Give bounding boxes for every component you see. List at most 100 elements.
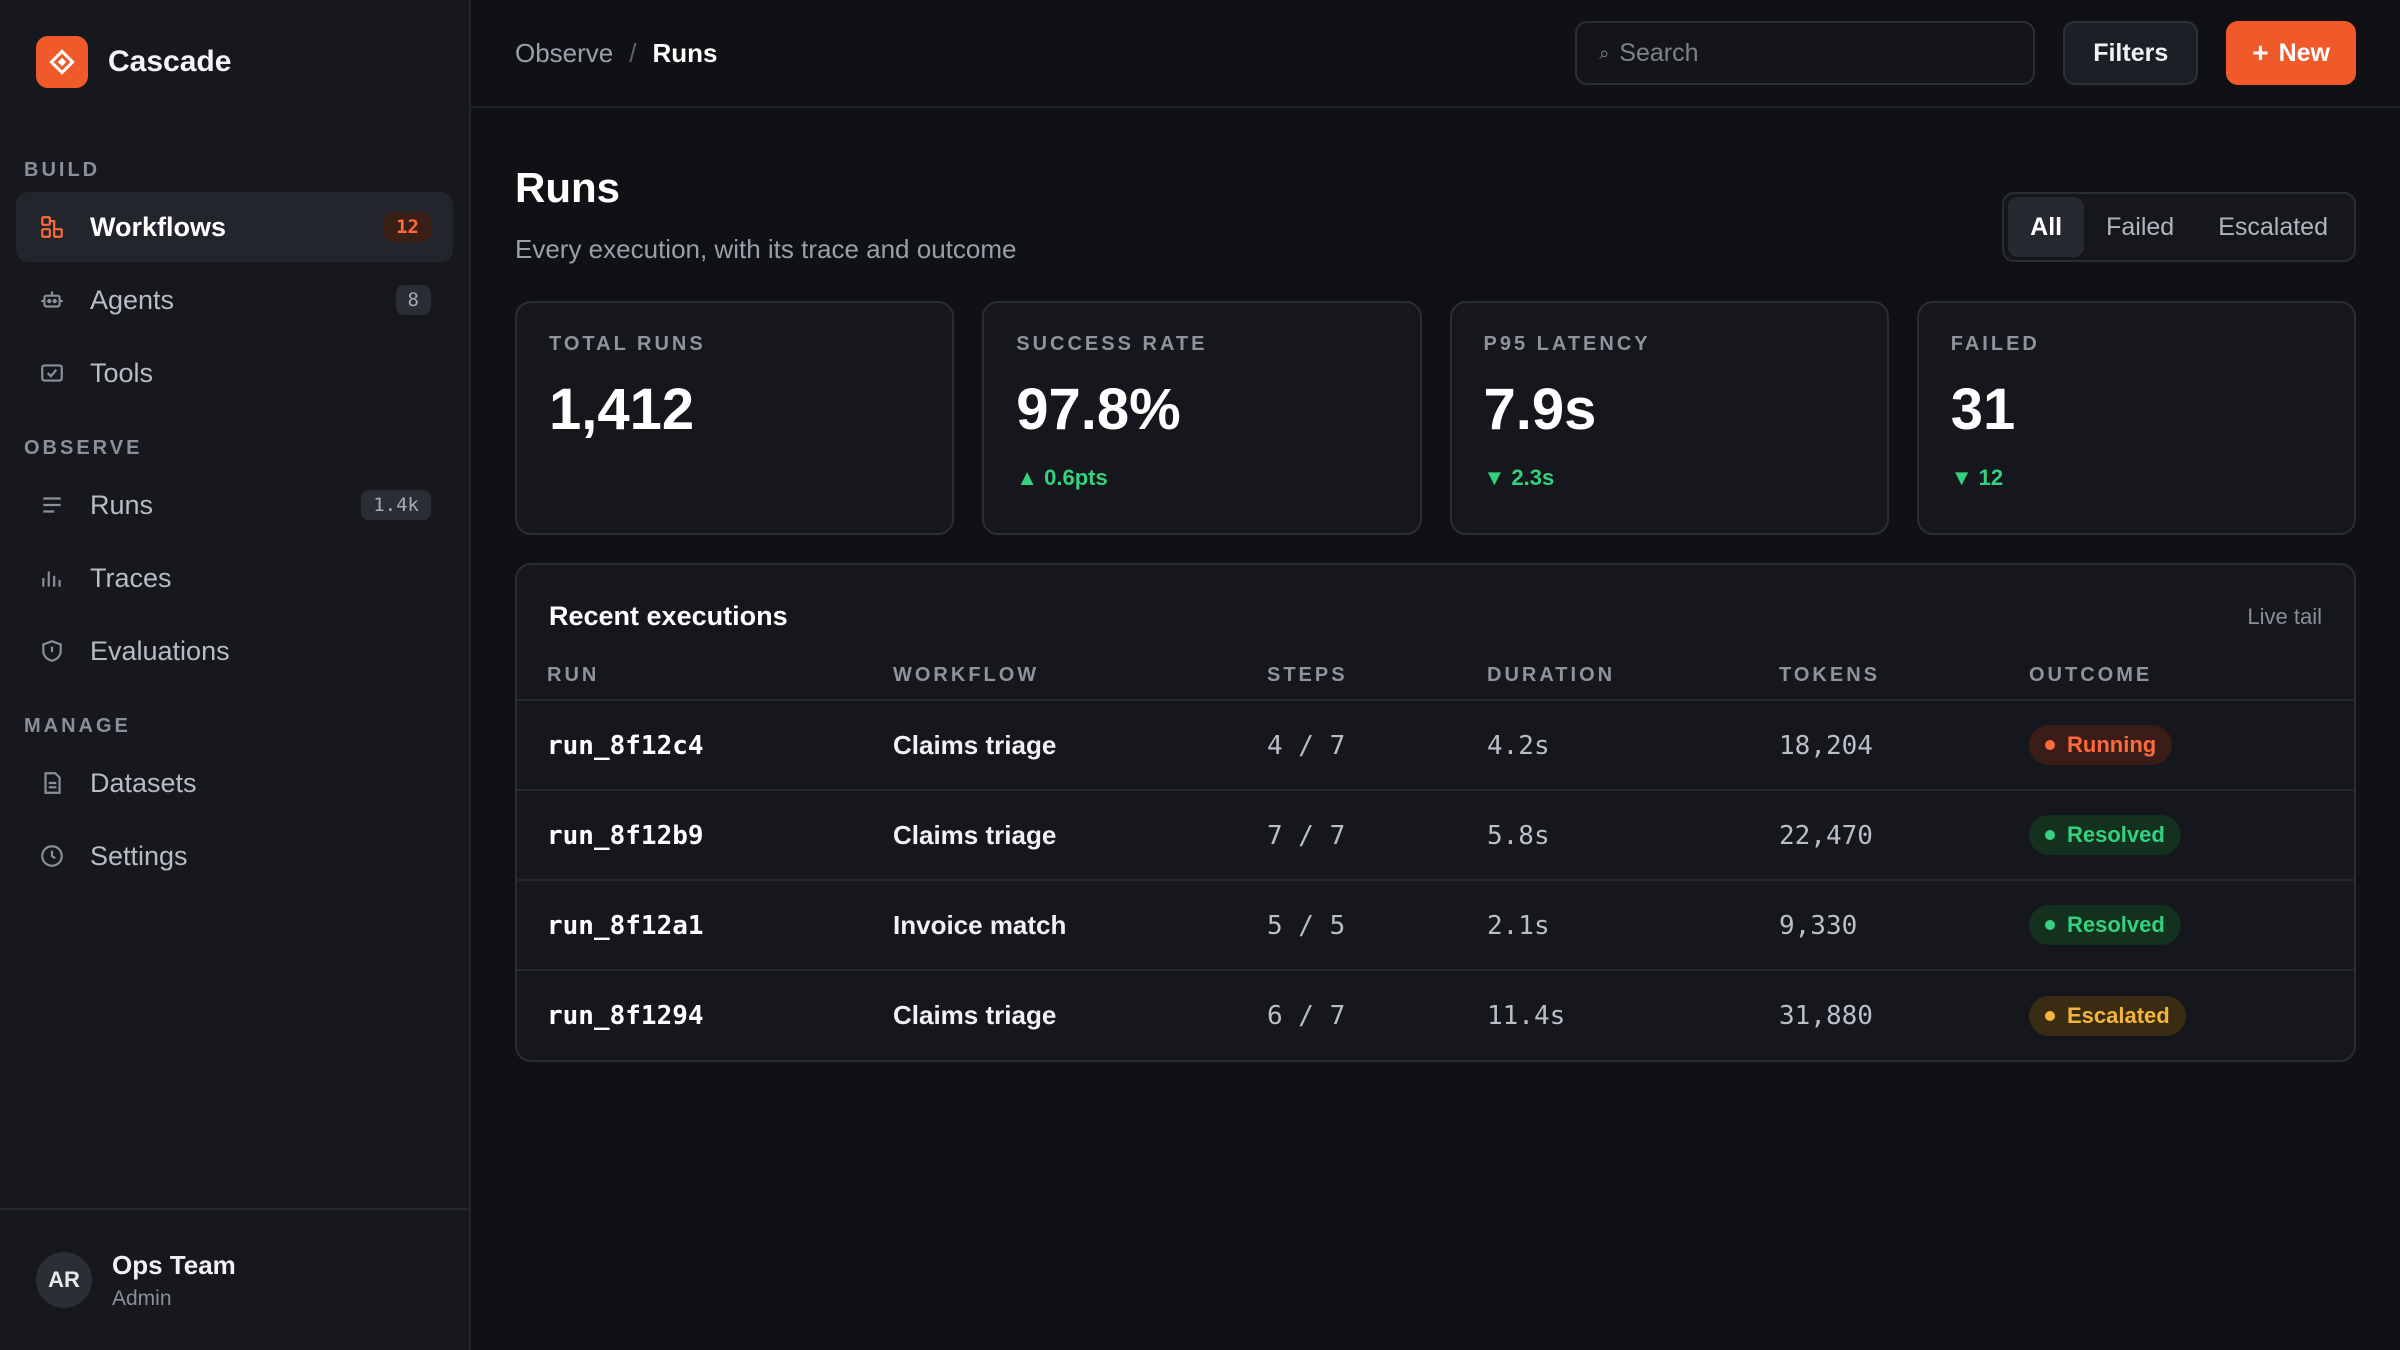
search-input[interactable] [1619, 38, 2012, 68]
sidebar-item-tools[interactable]: Tools [16, 338, 453, 408]
user-name: Ops Team [112, 1249, 236, 1280]
page-subtitle: Every execution, with its trace and outc… [515, 234, 1017, 264]
new-button-label: New [2278, 38, 2330, 67]
sidebar-item-label: Agents [90, 284, 175, 315]
table-row[interactable]: run_8f12b9 Claims triage 7 / 7 5.8s 22,470 Re… [517, 790, 2354, 881]
stat-label: TOTAL RUNS [549, 333, 706, 355]
steps-value: 4 / 7 [1267, 730, 1346, 761]
live-tail-link[interactable]: Live tail [2247, 604, 2322, 630]
sidebar-item-runs[interactable]: Runs 1.4k [16, 470, 453, 540]
stat-card: SUCCESS RATE 97.8% ▲ 0.6pts [982, 301, 1422, 535]
topbar: Observe / Runs ⌕ Filters + New [471, 0, 2400, 108]
search-box[interactable]: ⌕ [1575, 21, 2036, 85]
table-header-row: RUN WORKFLOW STEPS DURATION TOKENS OUTCOME [517, 652, 2354, 701]
executions-table-card: Recent executions Live tail RUN WORKFLOW S… [515, 563, 2356, 1062]
column-header[interactable]: DURATION [1487, 652, 1779, 701]
run-id[interactable]: run_8f12a1 [547, 911, 704, 941]
nav-section-label: MANAGE [24, 714, 131, 737]
breadcrumb-observe[interactable]: Observe [515, 38, 613, 69]
user-profile[interactable]: AR Ops Team Admin [0, 1208, 469, 1350]
sidebar-item-label: Runs [90, 489, 154, 520]
filters-button[interactable]: Filters [2063, 21, 2199, 85]
bar-chart-icon [38, 564, 66, 592]
duration-value: 4.2s [1487, 730, 1550, 761]
clock-icon [38, 842, 66, 870]
table-row[interactable]: run_8f12c4 Claims triage 4 / 7 4.2s 18,204 Ru… [517, 700, 2354, 791]
stat-value: 97.8% [1016, 377, 1181, 442]
stat-card: FAILED 31 ▼ 12 [1916, 301, 2356, 535]
column-header[interactable]: RUN [517, 652, 893, 701]
status-badge: Resolved [2029, 905, 2181, 945]
stat-value: 7.9s [1483, 377, 1597, 442]
sidebar-item-label: Traces [90, 562, 172, 593]
workflow-name: Claims triage [893, 729, 1057, 760]
tab-escalated[interactable]: Escalated [2196, 197, 2350, 257]
column-header[interactable]: OUTCOME [2029, 652, 2354, 701]
status-badge: Running [2029, 725, 2173, 765]
column-header[interactable]: WORKFLOW [893, 652, 1267, 701]
plus-icon: + [2252, 37, 2269, 68]
stat-value: 31 [1950, 377, 2016, 442]
table-row[interactable]: run_8f12a1 Invoice match 5 / 5 2.1s 9,330 Res… [517, 880, 2354, 971]
tokens-value: 31,880 [1779, 1001, 1873, 1031]
tokens-value: 9,330 [1779, 910, 1858, 941]
tab-failed[interactable]: Failed [2084, 197, 2196, 257]
stat-card: P95 LATENCY 7.9s ▼ 2.3s [1449, 301, 1889, 535]
column-header[interactable]: TOKENS [1779, 652, 2029, 701]
run-id[interactable]: run_8f12b9 [547, 821, 704, 851]
sidebar-item-label: Tools [90, 357, 154, 388]
steps-value: 6 / 7 [1267, 1001, 1346, 1031]
sidebar-item-traces[interactable]: Traces [16, 543, 453, 613]
stat-delta: ▼ 2.3s [1483, 465, 1555, 490]
count-badge: 12 [384, 212, 431, 242]
shield-icon [38, 637, 66, 665]
tab-all[interactable]: All [2008, 197, 2085, 257]
sidebar-item-workflows[interactable]: Workflows 12 [16, 192, 453, 262]
status-label: Resolved [2067, 912, 2165, 937]
sidebar-item-datasets[interactable]: Datasets [16, 748, 453, 818]
app-name: Cascade [108, 45, 232, 78]
search-icon: ⌕ [1599, 42, 1610, 63]
agent-icon [38, 286, 66, 314]
logo-icon [36, 36, 88, 88]
sidebar-item-settings[interactable]: Settings [16, 821, 453, 891]
status-label: Escalated [2067, 1002, 2170, 1028]
sidebar-item-label: Workflows [90, 211, 227, 242]
duration-value: 5.8s [1487, 820, 1550, 851]
steps-value: 5 / 5 [1267, 910, 1346, 941]
run-id[interactable]: run_8f12c4 [547, 731, 704, 761]
count-badge: 1.4k [361, 490, 431, 520]
status-label: Running [2067, 732, 2157, 757]
status-dot-icon [2045, 920, 2055, 930]
breadcrumb-separator: / [629, 37, 637, 68]
avatar: AR [36, 1252, 92, 1308]
nav-section-label: BUILD [24, 158, 101, 181]
breadcrumb: Observe / Runs [515, 38, 1575, 69]
sidebar: Cascade BUILD Workflows 12 Agents 8 Tools OBSE… [0, 0, 471, 1350]
steps-value: 7 / 7 [1267, 820, 1346, 851]
sidebar-item-evaluations[interactable]: Evaluations [16, 616, 453, 686]
document-icon [38, 769, 66, 797]
workflow-icon [38, 213, 66, 241]
tokens-value: 18,204 [1779, 730, 1873, 761]
page-title: Runs [515, 164, 620, 211]
table-row[interactable]: run_8f1294 Claims triage 6 / 7 11.4s 31,880 E… [517, 970, 2354, 1060]
stats-row: TOTAL RUNS 1,412 SUCCESS RATE 97.8% ▲ 0.6pts… [515, 301, 2356, 535]
duration-value: 11.4s [1487, 1001, 1566, 1031]
status-dot-icon [2045, 1010, 2055, 1021]
table-title: Recent executions [549, 601, 788, 631]
status-badge: Escalated [2029, 995, 2186, 1036]
duration-value: 2.1s [1487, 910, 1550, 941]
count-badge: 8 [395, 285, 431, 315]
column-header[interactable]: STEPS [1267, 652, 1487, 701]
sidebar-item-label: Evaluations [90, 635, 230, 666]
content: Runs Every execution, with its trace and… [471, 108, 2400, 1062]
tokens-value: 22,470 [1779, 820, 1873, 851]
workflow-name: Invoice match [893, 909, 1067, 940]
status-label: Resolved [2067, 822, 2165, 847]
sidebar-item-agents[interactable]: Agents 8 [16, 265, 453, 335]
brand[interactable]: Cascade [0, 0, 469, 124]
run-id[interactable]: run_8f1294 [547, 1001, 704, 1031]
nav-section-label: OBSERVE [24, 436, 143, 459]
new-button[interactable]: + New [2226, 21, 2356, 85]
